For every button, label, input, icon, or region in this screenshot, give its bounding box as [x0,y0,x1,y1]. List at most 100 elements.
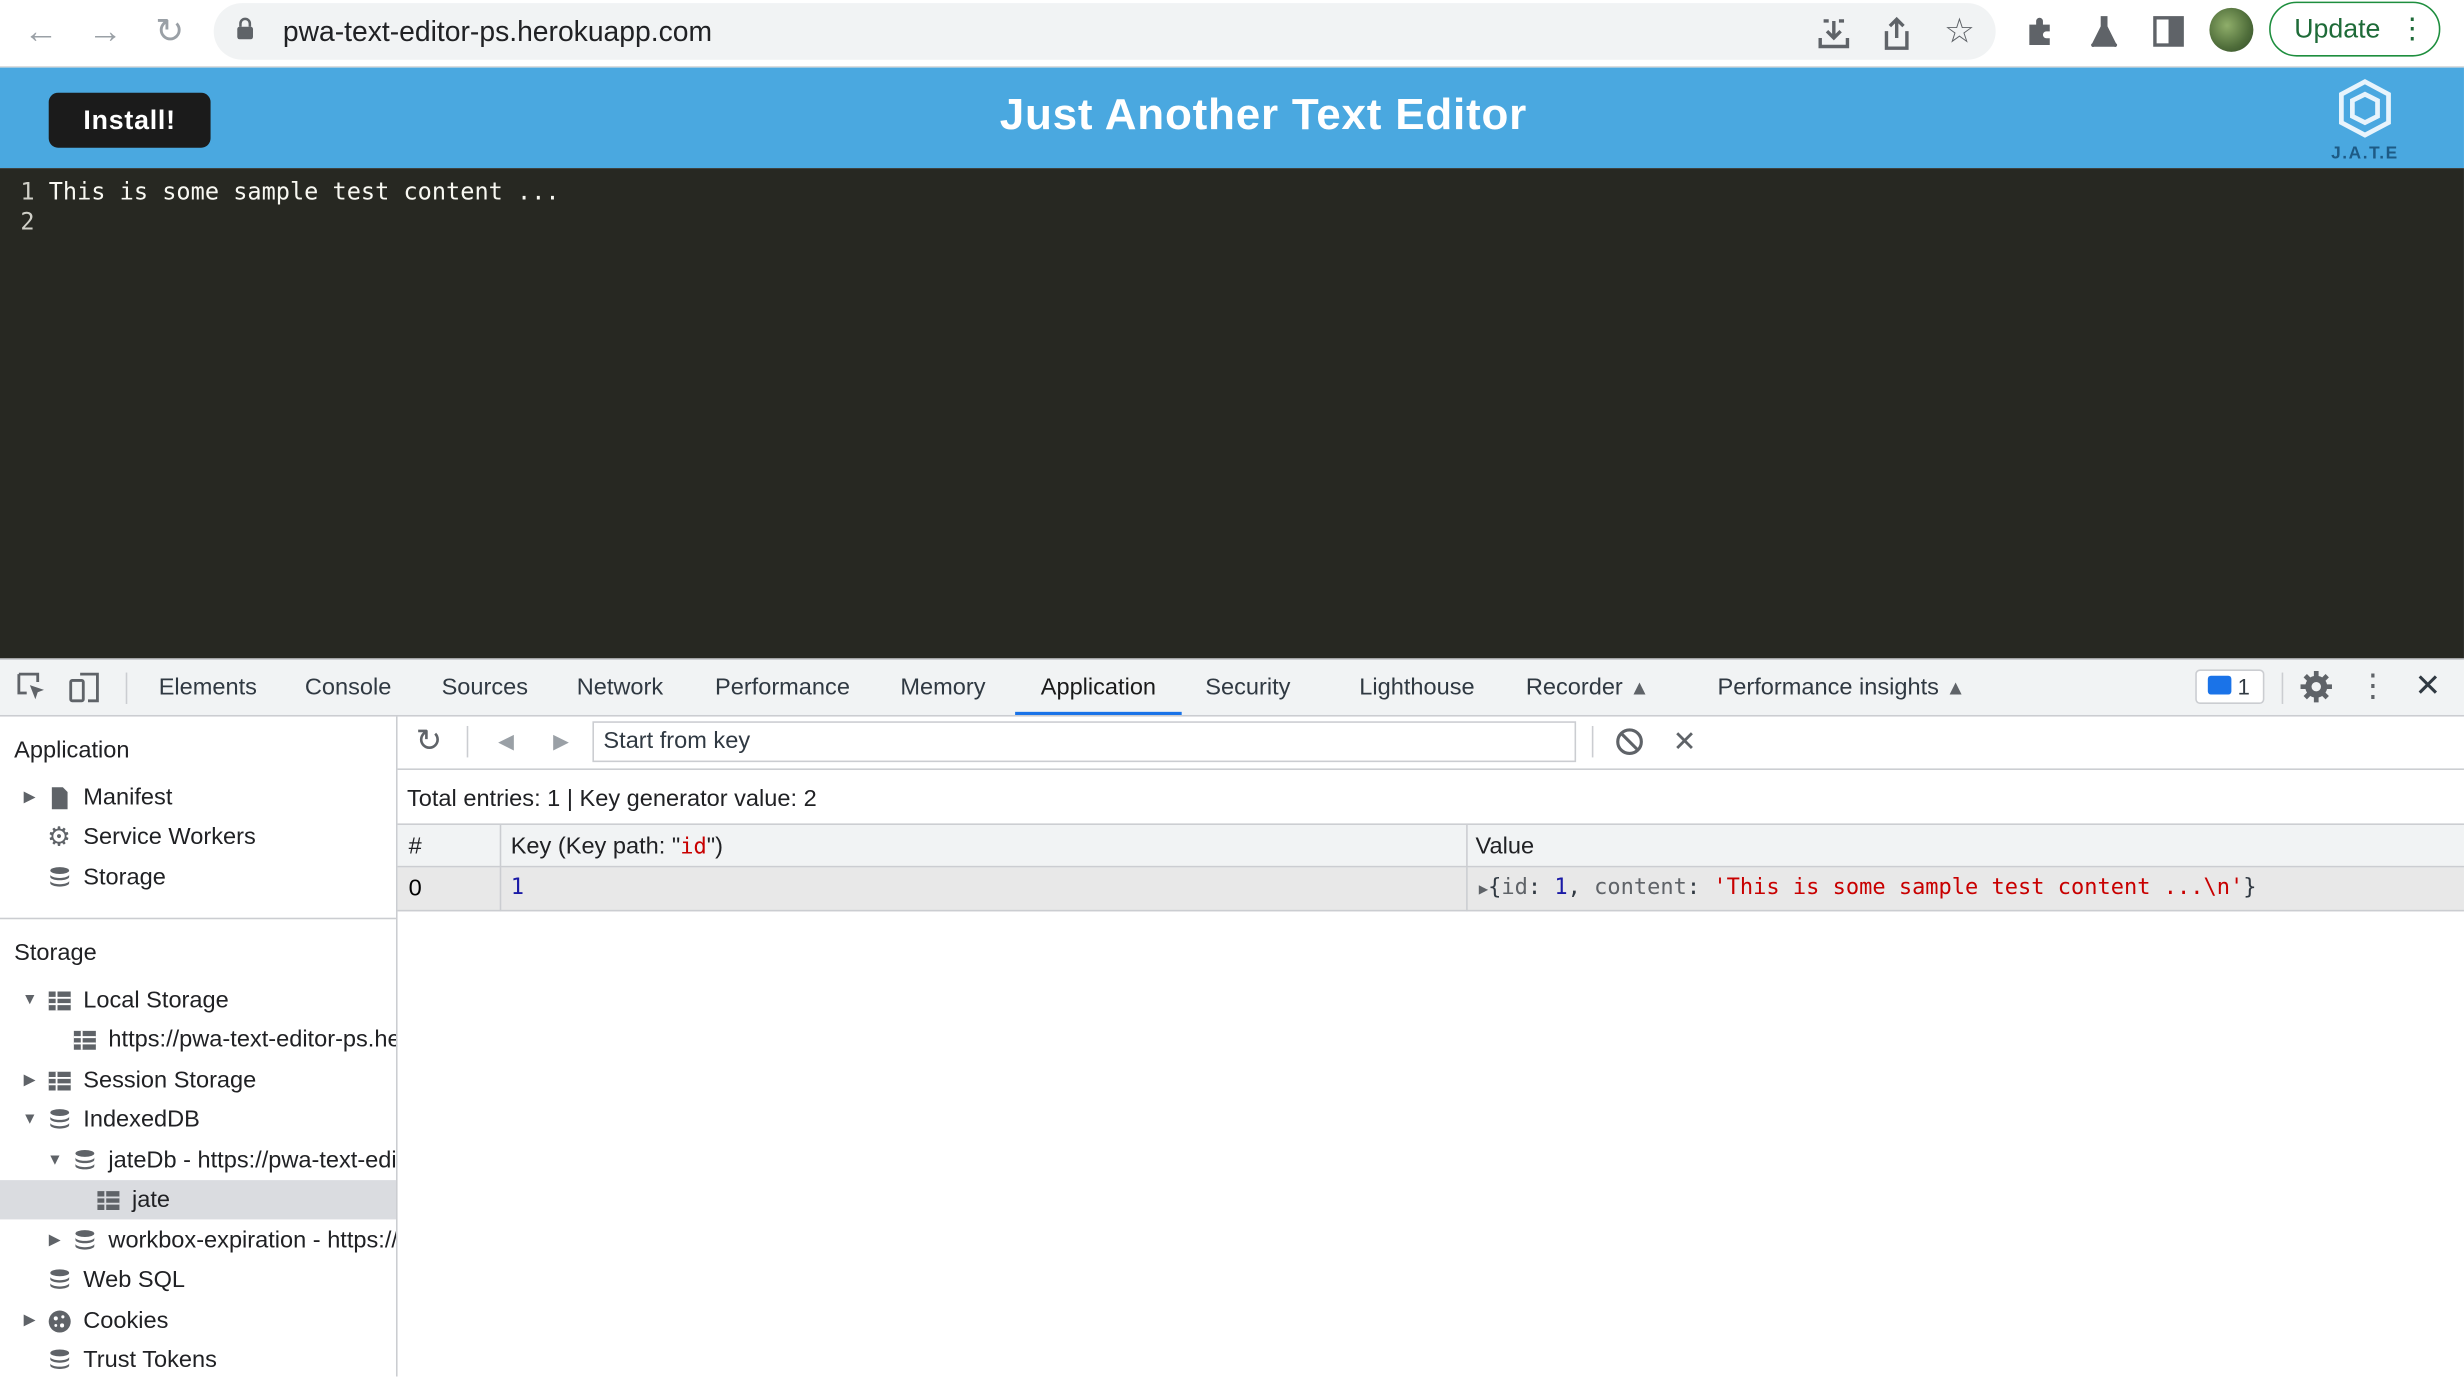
extensions-puzzle-icon[interactable] [2021,11,2062,52]
tab-performance[interactable]: Performance [715,660,850,715]
app-title: Just Another Text Editor [999,89,1528,139]
sidebar-item-label: jateDb - https://pwa-text-editor-ps.hero… [108,1147,396,1174]
update-button[interactable]: Update ⋮ [2269,1,2441,57]
profile-avatar[interactable] [2209,7,2254,52]
next-page-icon[interactable]: ▶ [542,723,580,761]
column-header-key[interactable]: Key (Key path: "id") [511,825,723,866]
sidebar-item-manifest[interactable]: ▶ Manifest [0,778,396,817]
sidebar-item-label: workbox-expiration - https://pwa-text-ed… [108,1227,396,1254]
share-icon[interactable] [1876,14,1917,55]
sidebar-item-indexeddb[interactable]: ▼ IndexedDB [0,1100,396,1139]
column-header-value[interactable]: Value [1476,825,1535,866]
address-bar[interactable]: pwa-text-editor-ps.herokuapp.com ☆ [213,3,1996,60]
entries-summary: Total entries: 1 | Key generator value: … [406,785,817,813]
expand-arrow-icon[interactable]: ▶ [24,778,40,817]
sidebar-item-trust-tokens[interactable]: Trust Tokens [0,1340,396,1376]
collapse-arrow-icon[interactable]: ▼ [22,981,38,1020]
sidebar-item-workbox-expiration[interactable]: ▶ workbox-expiration - https://pwa-text-… [0,1221,396,1260]
sidebar-item-label: Trust Tokens [83,1346,217,1374]
column-divider [499,867,502,912]
sidebar-item-web-sql[interactable]: Web SQL [0,1260,396,1299]
sidebar-item-storage[interactable]: Storage [0,858,396,897]
tab-application[interactable]: Application [1015,660,1182,715]
labs-flask-icon[interactable] [2084,11,2125,52]
more-options-icon[interactable]: ⋮ [2354,668,2392,706]
sidebar-item-session-storage[interactable]: ▶ Session Storage [0,1061,396,1100]
clear-object-store-icon[interactable] [1611,723,1649,761]
line-number: 2 [20,207,35,236]
expand-arrow-icon[interactable]: ▶ [24,1061,40,1100]
table-grid-icon [48,991,71,1011]
sidebar-item-cookies[interactable]: ▶ Cookies [0,1301,396,1340]
value-close-brace: } [2243,875,2257,901]
tab-lighthouse[interactable]: Lighthouse [1359,660,1474,715]
sidebar-item-label: Service Workers [83,823,256,851]
expand-arrow-icon[interactable]: ▶ [24,1301,40,1340]
value-id: 1 [1554,875,1568,901]
delete-selected-icon[interactable]: ✕ [1666,723,1704,761]
inspect-element-icon[interactable] [13,668,51,706]
table-grid-icon [48,1071,71,1091]
value-open-brace: { [1488,875,1502,901]
key-header-suffix: ") [706,832,723,860]
side-panel-icon[interactable] [2148,11,2189,52]
tab-performance-insights[interactable]: Performance insights ▲ [1718,660,1966,715]
tab-separator [2281,672,2284,704]
bookmark-star-icon[interactable]: ☆ [1939,11,1980,52]
lock-icon [237,17,253,40]
grid-header: # Key (Key path: "id") Value [397,823,2464,869]
start-from-key-input[interactable]: Start from key [592,721,1577,763]
database-icon [50,867,70,887]
install-app-icon[interactable] [1813,14,1854,55]
row-value[interactable]: ▶{id: 1, content: 'This is some sample t… [1479,867,2257,909]
back-icon[interactable]: ← [19,9,63,53]
line-text[interactable]: This is some sample test content ... [49,178,560,206]
expand-object-icon[interactable]: ▶ [1479,882,1488,899]
tab-security[interactable]: Security [1205,660,1290,715]
application-sidebar: Application ▶ Manifest ⚙ Service Workers… [0,716,398,1377]
database-icon [50,1269,70,1289]
editor-line[interactable]: 1 This is some sample test content ... [0,178,560,208]
previous-page-icon[interactable]: ◀ [487,723,525,761]
tab-recorder[interactable]: Recorder ▲ [1526,660,1650,715]
tab-memory[interactable]: Memory [900,660,985,715]
issues-message-icon [2207,675,2232,695]
sidebar-item-local-storage[interactable]: ▼ Local Storage [0,981,396,1020]
value-content-key: content [1594,875,1687,901]
collapse-arrow-icon[interactable]: ▼ [22,1100,38,1139]
close-devtools-icon[interactable]: ✕ [2409,668,2447,706]
value-colon: : [1527,875,1555,901]
column-divider [1466,824,1468,869]
browser-toolbar: ← → ↻ pwa-text-editor-ps.herokuapp.com ☆ [0,0,2464,68]
key-path-text: id [680,834,707,860]
sidebar-heading-storage: Storage [14,939,97,967]
table-row[interactable]: 0 1 ▶{id: 1, content: 'This is some samp… [397,867,2464,912]
refresh-icon[interactable]: ↻ [410,723,448,761]
editor-line[interactable]: 2 [0,207,49,237]
table-grid-icon [73,1030,96,1050]
reload-icon[interactable]: ↻ [148,9,192,53]
gear-icon: ⚙ [47,821,72,852]
forward-icon[interactable]: → [83,9,127,53]
table-grid-icon [97,1191,120,1210]
collapse-arrow-icon[interactable]: ▼ [47,1141,63,1180]
tab-recorder-label: Recorder [1525,674,1623,701]
tab-network[interactable]: Network [577,660,663,715]
database-icon [50,1349,70,1370]
issues-badge[interactable]: 1 [2195,669,2265,704]
url-text[interactable]: pwa-text-editor-ps.herokuapp.com [283,16,712,49]
expand-arrow-icon[interactable]: ▶ [49,1221,65,1260]
device-toolbar-icon[interactable] [66,668,104,706]
start-from-key-placeholder: Start from key [603,727,751,755]
tab-elements[interactable]: Elements [159,660,257,715]
sidebar-item-jate[interactable]: jate [0,1180,396,1220]
settings-gear-icon[interactable] [2297,668,2335,706]
code-editor[interactable]: 1 This is some sample test content ... 2 [0,168,2464,659]
sidebar-item-jatedb[interactable]: ▼ jateDb - https://pwa-text-editor-ps.he… [0,1141,396,1180]
sidebar-item-service-workers[interactable]: ⚙ Service Workers [0,817,396,856]
column-header-index[interactable]: # [409,825,422,866]
tab-console[interactable]: Console [305,660,392,715]
tab-sources[interactable]: Sources [442,660,528,715]
indexeddb-viewer: ↻ ◀ ▶ Start from key ✕ Total entries: 1 … [397,717,2464,1377]
sidebar-item-local-storage-origin[interactable]: https://pwa-text-editor-ps.herokuapp.com [0,1020,396,1059]
